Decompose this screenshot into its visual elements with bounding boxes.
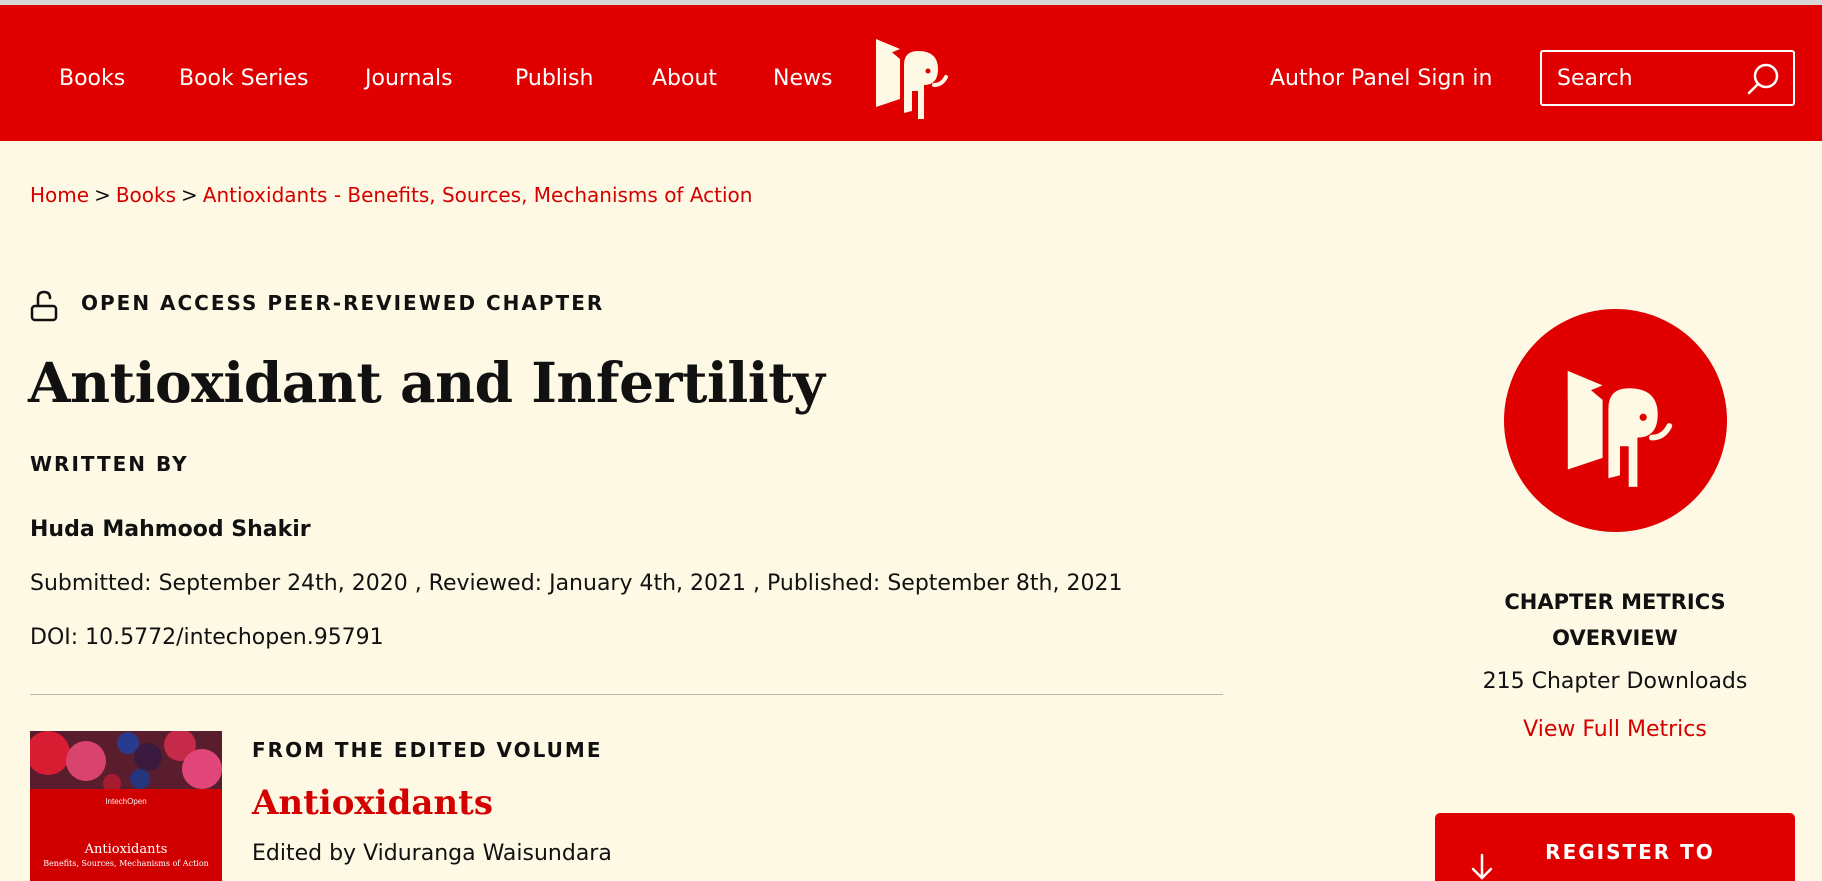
nav-publish[interactable]: Publish [515,61,593,97]
breadcrumb: Home > Books > Antioxidants - Benefits, Sour… [30,183,752,207]
top-navbar: Books Book Series Journals Publish About… [0,5,1822,141]
cover-subtitle: Benefits, Sources, Mechanisms of Action [43,859,209,868]
metrics-title-line-2: OVERVIEW [1552,626,1678,650]
metrics-title-line-1: CHAPTER METRICS [1504,590,1726,614]
publication-dates: Submitted: September 24th, 2020 , Review… [30,571,1123,596]
chapter-downloads: 215 Chapter Downloads [1482,669,1748,694]
breadcrumb-books[interactable]: Books [116,183,176,207]
register-button-label: REGISTER TO [1545,840,1715,864]
lock-icon [30,290,58,322]
nav-about[interactable]: About [652,61,717,97]
book-cover[interactable]: IntechOpen Antioxidants Benefits, Source… [30,731,222,881]
written-by-label: WRITTEN BY [30,452,189,476]
breadcrumb-separator: > [181,183,198,207]
intechopen-logo-icon[interactable] [872,35,952,119]
doi: DOI: 10.5772/intechopen.95791 [30,625,384,650]
edited-volume-label: FROM THE EDITED VOLUME [252,738,603,762]
divider [30,694,1223,695]
register-button[interactable]: REGISTER TO [1435,813,1795,881]
nav-books[interactable]: Books [59,61,125,97]
breadcrumb-separator: > [94,183,111,207]
view-full-metrics-link[interactable]: View Full Metrics [1465,717,1765,742]
edited-by: Edited by Viduranga Waisundara [252,841,612,866]
cover-berries-image [30,731,222,789]
search-icon[interactable] [1747,62,1781,96]
volume-title-link[interactable]: Antioxidants [252,783,493,823]
nav-journals[interactable]: Journals [365,61,453,97]
access-label: OPEN ACCESS PEER-REVIEWED CHAPTER [81,291,605,315]
chapter-title: Antioxidant and Infertility [28,350,825,415]
breadcrumb-home[interactable]: Home [30,183,89,207]
cover-publisher: IntechOpen [105,797,147,806]
author-name[interactable]: Huda Mahmood Shakir [30,517,311,542]
intechopen-logo-icon [1567,370,1673,487]
cover-title: Antioxidants [84,842,168,857]
author-panel-link[interactable]: Author Panel Sign in [1270,61,1492,97]
breadcrumb-book-title[interactable]: Antioxidants - Benefits, Sources, Mechan… [203,183,753,207]
nav-news[interactable]: News [773,61,832,97]
nav-book-series[interactable]: Book Series [179,61,308,97]
metrics-title: CHAPTER METRICS OVERVIEW [1465,584,1765,656]
